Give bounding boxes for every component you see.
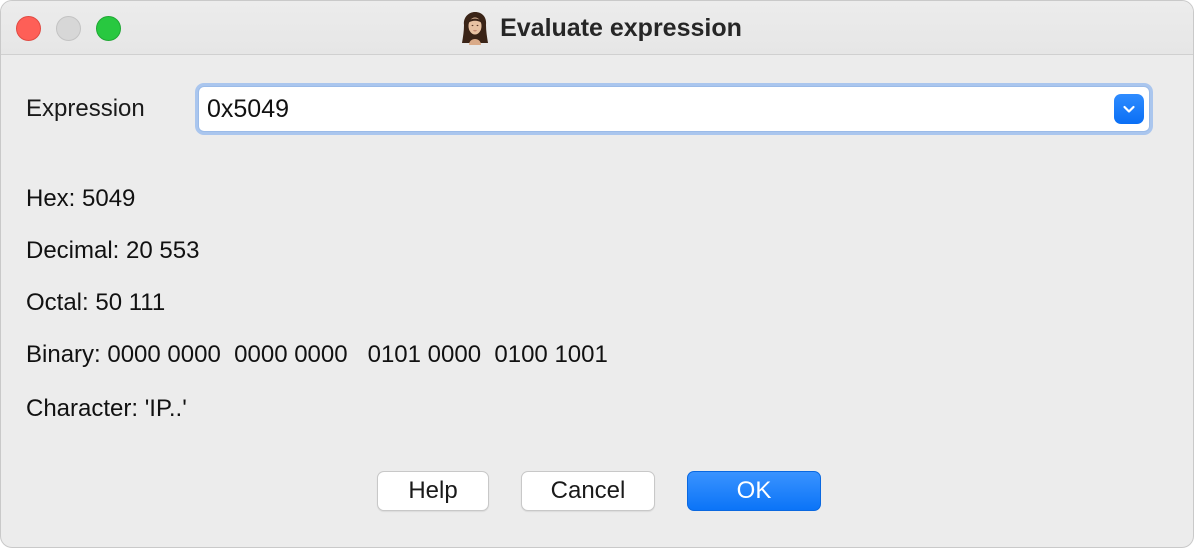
evaluate-expression-dialog: Evaluate expression Expression Hex: 5049… [0,0,1194,548]
expression-label: Expression [26,95,145,122]
expression-dropdown-button[interactable] [1114,94,1144,124]
ok-button[interactable]: OK [687,471,821,511]
title-wrap: Evaluate expression [1,1,1193,55]
character-result: Character: 'IP..' [26,395,187,422]
octal-result: Octal: 50 111 [26,289,166,316]
expression-combobox[interactable] [198,86,1150,132]
hex-result: Hex: 5049 [26,185,136,212]
window-title: Evaluate expression [500,13,742,42]
help-button[interactable]: Help [377,471,489,511]
binary-result: Binary: 0000 0000 0000 0000 0101 0000 01… [26,341,608,368]
chevron-down-icon [1123,105,1135,113]
expression-input[interactable] [207,93,1097,125]
cancel-button[interactable]: Cancel [521,471,655,511]
portrait-icon [462,12,489,45]
decimal-result: Decimal: 20 553 [26,237,200,264]
title-bar: Evaluate expression [1,1,1193,55]
